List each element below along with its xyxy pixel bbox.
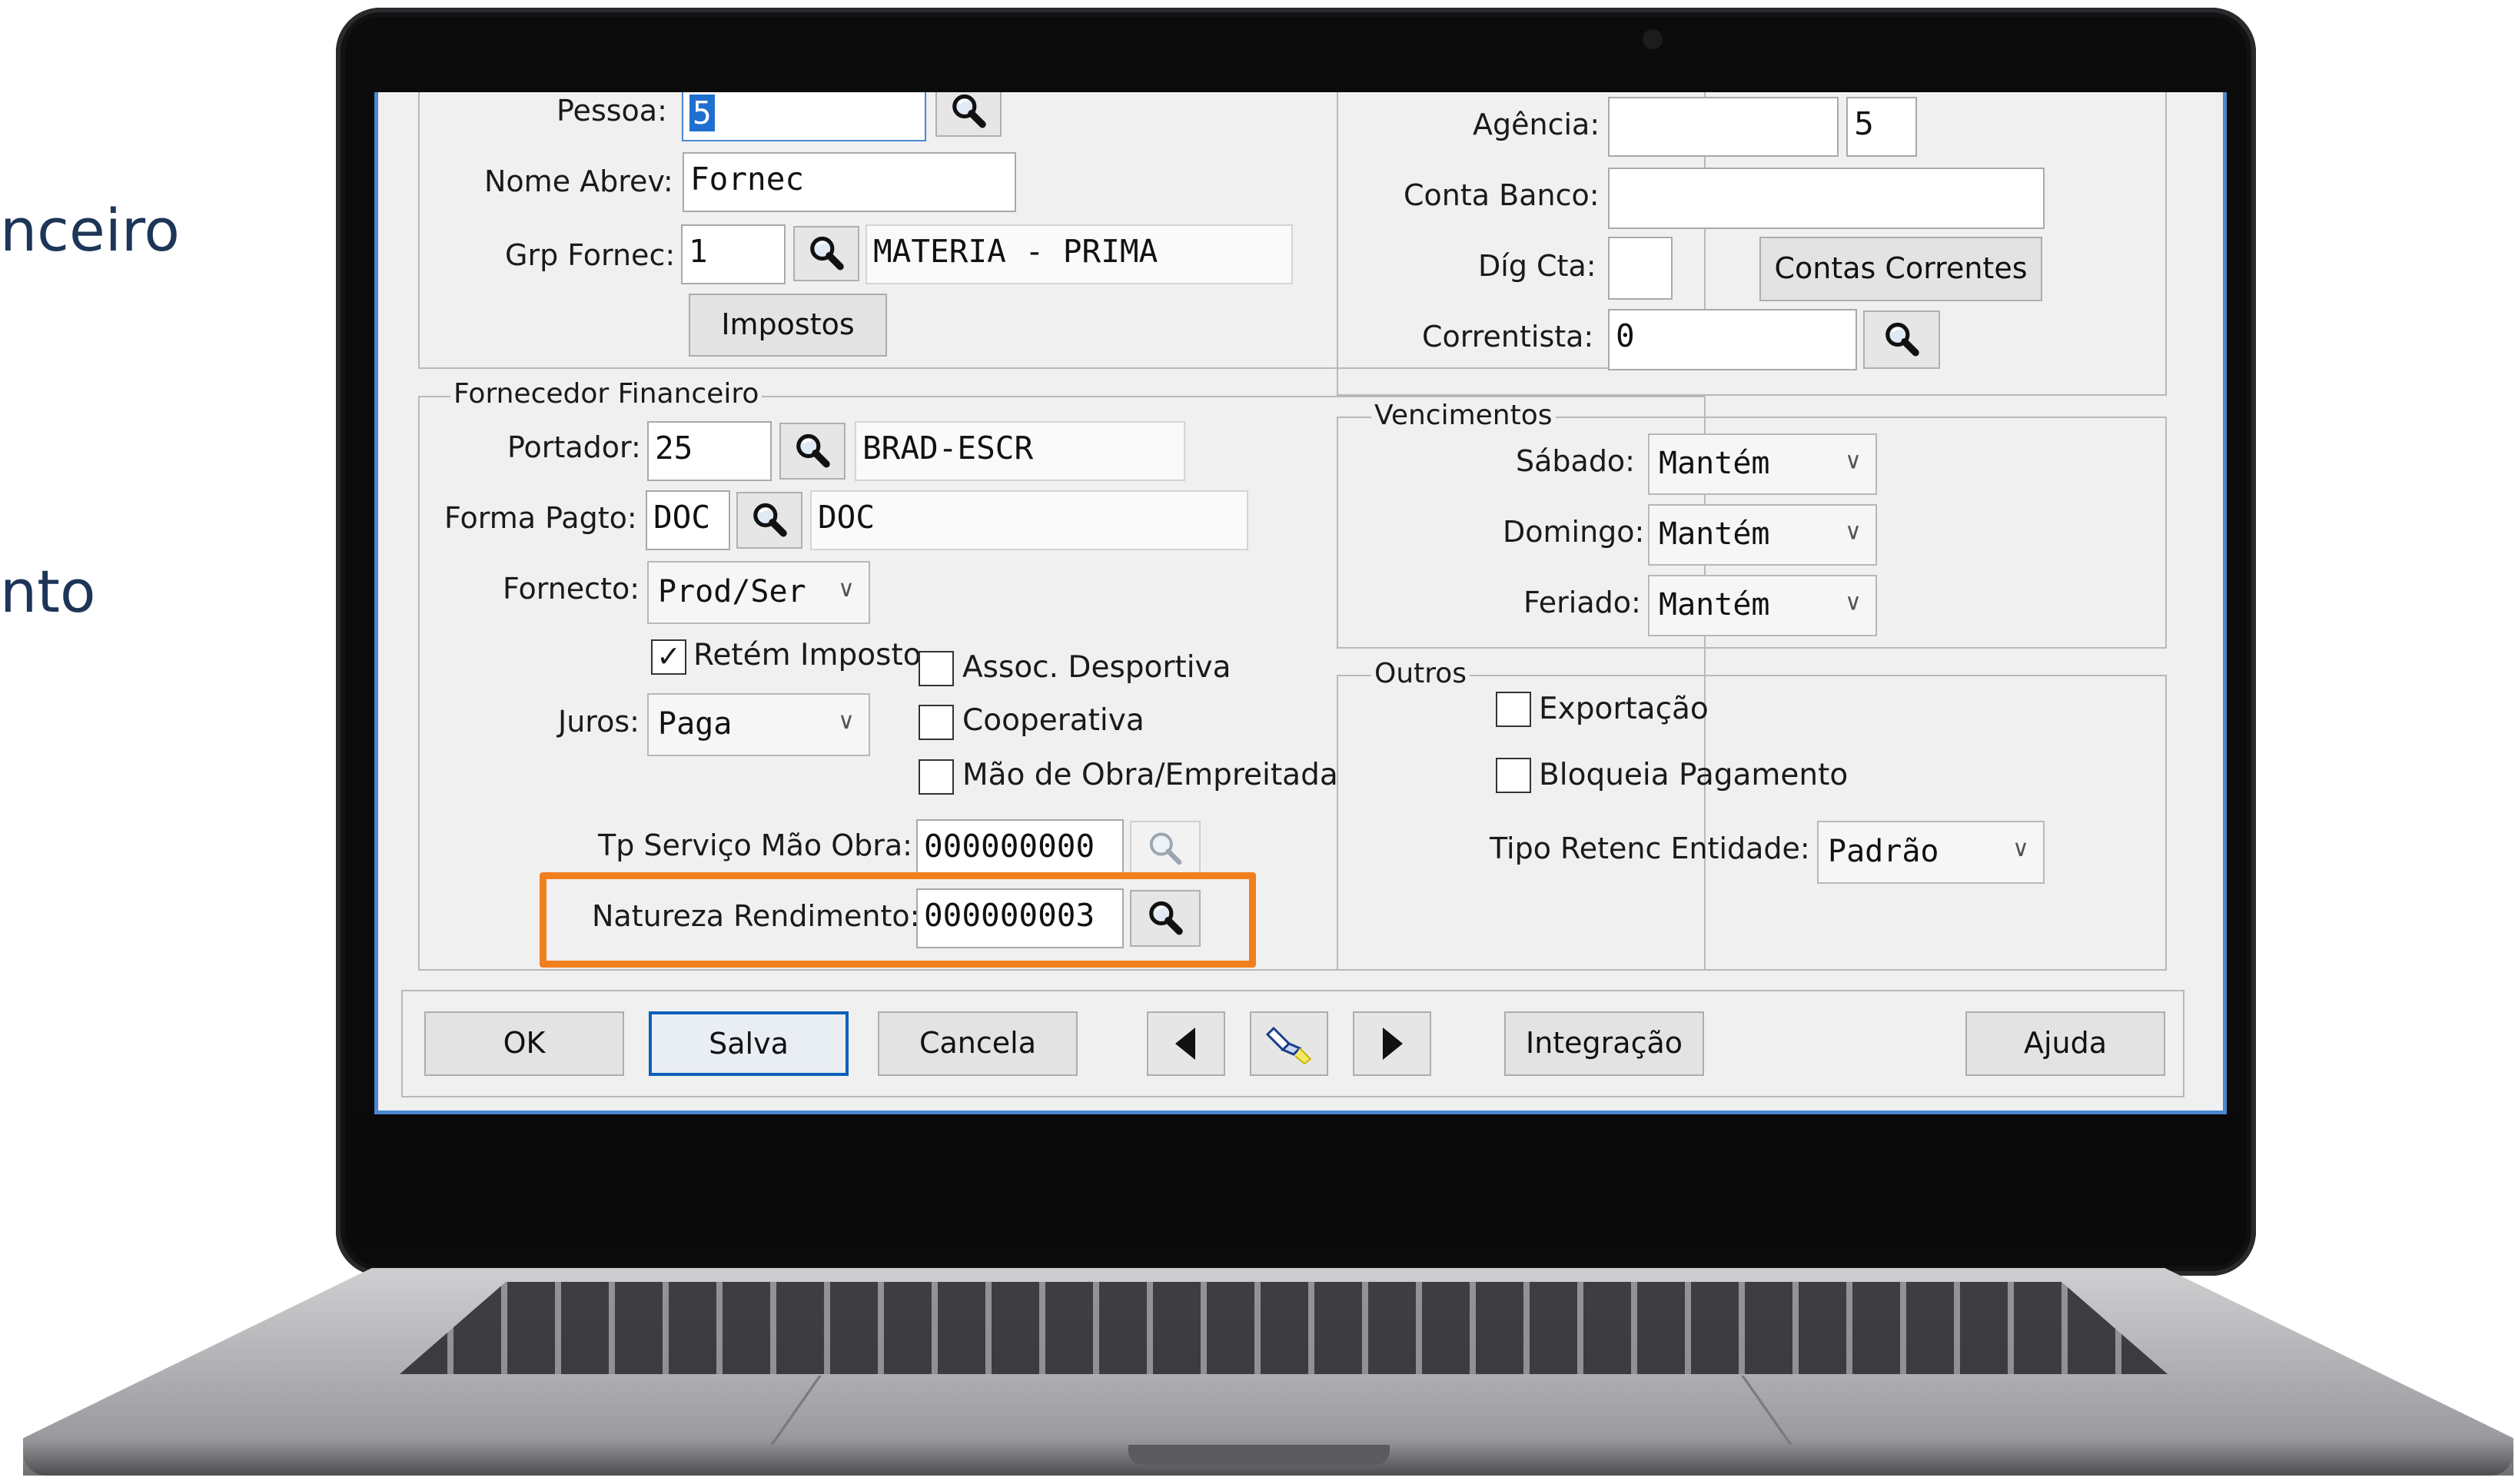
retem-imposto-label: Retém Imposto <box>693 638 922 672</box>
forma-pagto-input[interactable]: DOC <box>646 490 730 550</box>
mao-de-obra-checkbox[interactable] <box>919 759 954 795</box>
chevron-down-icon: ∨ <box>838 576 855 603</box>
grp-fornec-zoom-button[interactable] <box>793 226 859 281</box>
cooperativa-checkbox[interactable] <box>919 705 954 740</box>
domingo-label: Domingo: <box>1503 515 1645 549</box>
nome-abrev-label: Nome Abrev: <box>484 164 673 198</box>
next-button[interactable] <box>1353 1011 1431 1076</box>
chevron-down-icon: ∨ <box>2012 835 2029 863</box>
cooperativa-label: Cooperativa <box>962 703 1145 738</box>
laptop-bezel <box>354 1114 2237 1245</box>
tp-servico-label: Tp Serviço Mão Obra: <box>598 828 912 862</box>
fornecto-label: Fornecto: <box>503 572 640 606</box>
portador-label: Portador: <box>507 430 641 464</box>
bloqueia-pagamento-label: Bloqueia Pagamento <box>1539 758 1849 792</box>
pessoa-input[interactable]: 5 <box>682 92 926 141</box>
bloqueia-pagamento-checkbox[interactable] <box>1496 758 1531 793</box>
juros-select[interactable]: Paga ∨ <box>647 693 870 756</box>
nome-abrev-input[interactable]: Fornec <box>683 152 1016 212</box>
domingo-select[interactable]: Mantém ∨ <box>1648 504 1877 566</box>
chevron-down-icon: ∨ <box>1845 447 1862 475</box>
agencia-label: Agência: <box>1473 108 1600 141</box>
laptop-notch <box>1128 1445 1390 1465</box>
assoc-desportiva-checkbox[interactable] <box>919 651 954 686</box>
magnifier-icon <box>1882 320 1922 360</box>
pessoa-zoom-button[interactable] <box>935 92 1002 137</box>
application-window: Pessoa: 5 Nome Abrev: Fornec Grp Fornec:… <box>374 92 2227 1114</box>
vencimentos-legend: Vencimentos <box>1371 400 1556 431</box>
juros-label: Juros: <box>558 705 640 739</box>
grp-fornec-description: MATERIA - PRIMA <box>865 224 1293 284</box>
magnifier-icon <box>806 234 846 274</box>
chevron-down-icon: ∨ <box>838 708 855 735</box>
laptop-keyboard <box>400 1282 2168 1374</box>
forma-pagto-label: Forma Pagto: <box>444 501 637 535</box>
grp-fornec-label: Grp Fornec: <box>505 238 676 272</box>
tipo-retenc-select[interactable]: Padrão ∨ <box>1817 821 2045 884</box>
chevron-down-icon: ∨ <box>1845 589 1862 616</box>
sabado-label: Sábado: <box>1516 444 1635 478</box>
sabado-value: Mantém <box>1659 446 1770 481</box>
flashlight-icon <box>1266 1026 1312 1065</box>
impostos-button[interactable]: Impostos <box>689 294 887 357</box>
fornecto-select[interactable]: Prod/Ser ∨ <box>647 561 870 624</box>
assoc-desportiva-label: Assoc. Desportiva <box>962 650 1231 685</box>
portador-zoom-button[interactable] <box>779 423 846 480</box>
agencia-input[interactable] <box>1608 97 1839 157</box>
triangle-right-icon <box>1383 1028 1403 1060</box>
tipo-retenc-value: Padrão <box>1828 834 1939 869</box>
cancela-button[interactable]: Cancela <box>878 1011 1078 1076</box>
magnifier-icon <box>749 500 789 540</box>
mao-de-obra-label: Mão de Obra/Empreitada <box>962 758 1338 792</box>
correntista-input[interactable]: 0 <box>1608 309 1857 370</box>
exportacao-label: Exportação <box>1539 692 1709 726</box>
dig-cta-input[interactable] <box>1608 237 1673 300</box>
flashlight-button[interactable] <box>1250 1011 1328 1076</box>
magnifier-icon <box>792 431 832 471</box>
tp-servico-input[interactable]: 000000000 <box>916 819 1124 879</box>
side-text-pagamento: nto <box>0 557 96 626</box>
conta-banco-input[interactable] <box>1608 168 2045 229</box>
retem-imposto-checkbox[interactable]: ✓ <box>651 639 686 675</box>
grp-fornec-input[interactable]: 1 <box>681 224 786 284</box>
correntista-label: Correntista: <box>1422 320 1594 354</box>
forma-pagto-zoom-button[interactable] <box>736 492 802 549</box>
tp-servico-zoom-button <box>1130 821 1201 878</box>
camera-icon <box>1643 29 1663 49</box>
feriado-select[interactable]: Mantém ∨ <box>1648 575 1877 636</box>
feriado-value: Mantém <box>1659 587 1770 622</box>
ajuda-button[interactable]: Ajuda <box>1965 1011 2165 1076</box>
dig-cta-label: Díg Cta: <box>1478 249 1596 283</box>
contas-correntes-button[interactable]: Contas Correntes <box>1759 237 2042 301</box>
side-text-financeiro: nceiro <box>0 196 180 264</box>
integracao-button[interactable]: Integração <box>1504 1011 1704 1076</box>
agencia-digit-input[interactable]: 5 <box>1846 97 1917 157</box>
conta-banco-label: Conta Banco: <box>1404 178 1600 212</box>
pessoa-label: Pessoa: <box>556 94 667 128</box>
fornecedor-financeiro-legend: Fornecedor Financeiro <box>450 378 762 410</box>
chevron-down-icon: ∨ <box>1845 518 1862 546</box>
forma-pagto-description: DOC <box>810 490 1248 550</box>
portador-description: BRAD-ESCR <box>855 421 1185 481</box>
tipo-retenc-label: Tipo Retenc Entidade: <box>1490 832 1810 865</box>
correntista-zoom-button[interactable] <box>1863 310 1940 369</box>
exportacao-checkbox[interactable] <box>1496 692 1531 727</box>
sabado-select[interactable]: Mantém ∨ <box>1648 433 1877 495</box>
pessoa-value: 5 <box>689 95 715 131</box>
salva-button[interactable]: Salva <box>649 1011 849 1076</box>
magnifier-icon <box>949 92 988 131</box>
outros-legend: Outros <box>1371 658 1470 689</box>
previous-button[interactable] <box>1147 1011 1225 1076</box>
magnifier-icon <box>1145 829 1185 869</box>
fornecto-value: Prod/Ser <box>658 574 806 609</box>
ok-button[interactable]: OK <box>424 1011 624 1076</box>
domingo-value: Mantém <box>1659 516 1770 552</box>
natureza-rendimento-highlight <box>540 872 1256 968</box>
portador-input[interactable]: 25 <box>647 421 772 481</box>
juros-value: Paga <box>658 706 733 742</box>
triangle-left-icon <box>1175 1028 1195 1060</box>
feriado-label: Feriado: <box>1523 586 1641 619</box>
